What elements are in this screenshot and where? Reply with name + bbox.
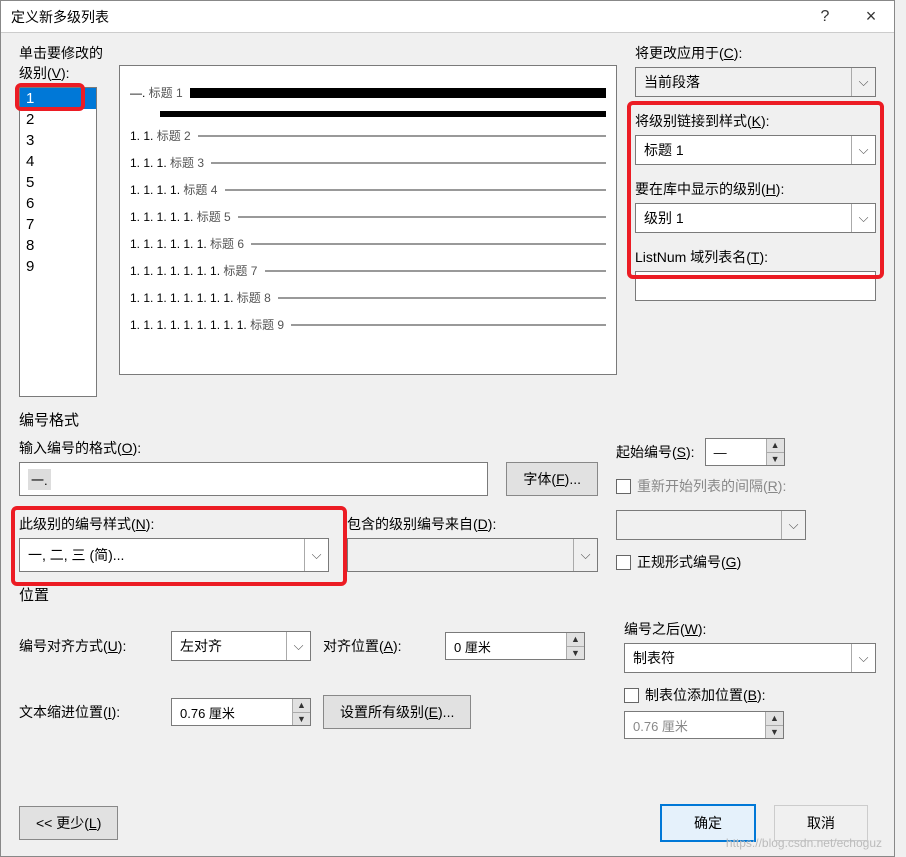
click-level-label: 单击要修改的级别(V): [19,43,109,83]
start-at-label: 起始编号(S): [616,442,695,462]
align-at-label: 对齐位置(A): [323,636,433,656]
help-button[interactable]: ? [802,1,848,33]
enter-format-label: 输入编号的格式(O): [19,438,488,458]
chevron-down-icon: ⌵ [851,68,875,96]
align-label: 编号对齐方式(U): [19,636,159,656]
chevron-down-icon: ⌵ [851,136,875,164]
level-column: 单击要修改的级别(V): 1 2 3 4 5 6 7 8 9 [19,43,109,397]
watermark: https://blog.csdn.net/echoguz [726,836,882,850]
level-item-1[interactable]: 1 [20,88,96,109]
restart-select[interactable]: ⌵ [616,510,806,540]
number-format-groupbox: 编号格式 [19,409,876,430]
apply-to-label: 将更改应用于(C): [635,43,876,63]
level-item-8[interactable]: 8 [20,235,96,256]
level-listbox[interactable]: 1 2 3 4 5 6 7 8 9 [19,87,97,397]
follow-by-label: 编号之后(W): [624,619,876,639]
listnum-input[interactable] [635,271,876,301]
spinner-down-icon[interactable]: ▼ [767,453,784,466]
tabstop-label: 制表位添加位置(B): [645,685,766,705]
start-at-spinner[interactable]: — ▲▼ [705,438,785,466]
listnum-label: ListNum 域列表名(T): [635,247,876,267]
spinner-down-icon[interactable]: ▼ [293,713,310,726]
dialog-content: 单击要修改的级别(V): 1 2 3 4 5 6 7 8 9 [1,33,894,761]
position-groupbox: 位置 [19,584,876,605]
preview-line: 1. 1. 标题 2 [130,127,606,144]
font-button[interactable]: 字体(F)... [506,462,598,496]
spinner-up-icon[interactable]: ▲ [767,439,784,453]
chevron-down-icon: ⌵ [781,511,805,539]
legal-checkbox[interactable] [616,555,631,570]
spinner-down-icon[interactable]: ▼ [766,726,783,739]
restart-checkbox[interactable] [616,479,631,494]
chevron-down-icon: ⌵ [304,539,328,571]
text-indent-label: 文本缩进位置(I): [19,702,159,722]
text-indent-spinner[interactable]: 0.76 厘米 ▲▼ [171,698,311,726]
top-row: 单击要修改的级别(V): 1 2 3 4 5 6 7 8 9 [19,43,876,397]
spinner-up-icon[interactable]: ▲ [766,712,783,726]
align-at-spinner[interactable]: 0 厘米 ▲▼ [445,632,585,660]
level-item-4[interactable]: 4 [20,151,96,172]
position-section: 编号对齐方式(U): 左对齐 ⌵ 对齐位置(A): 0 厘米 ▲▼ 编号之后(W… [19,619,876,739]
preview-line: 1. 1. 1. 1. 1. 1. 1. 标题 7 [130,262,606,279]
tabstop-spinner[interactable]: 0.76 厘米 ▲▼ [624,711,784,739]
link-style-select[interactable]: 标题 1 ⌵ [635,135,876,165]
level-item-9[interactable]: 9 [20,256,96,277]
chevron-down-icon: ⌵ [286,632,310,660]
preview-line: 1. 1. 1. 1. 1. 标题 5 [130,208,606,225]
right-column: 将更改应用于(C): 当前段落 ⌵ 将级别链接到样式(K): 标题 1 ⌵ [627,43,876,397]
preview-line: 1. 1. 1. 标题 3 [130,154,606,171]
preview-column: —. 标题 1 1. 1. 标题 2 1. 1. 1. 标题 3 [119,43,617,397]
number-format-input[interactable]: 一. [19,462,488,496]
level-item-7[interactable]: 7 [20,214,96,235]
preview-panel: —. 标题 1 1. 1. 标题 2 1. 1. 1. 标题 3 [119,65,617,375]
legal-label: 正规形式编号(G) [637,552,741,572]
chevron-down-icon: ⌵ [851,204,875,232]
dialog-title: 定义新多级列表 [11,7,802,27]
spinner-down-icon[interactable]: ▼ [567,647,584,660]
include-from-select[interactable]: ⌵ [347,538,598,572]
show-level-select[interactable]: 级别 1 ⌵ [635,203,876,233]
define-multilevel-list-dialog: 定义新多级列表 ? × 单击要修改的级别(V): 1 2 3 4 5 6 [0,0,895,857]
spinner-up-icon[interactable]: ▲ [567,633,584,647]
preview-line: 1. 1. 1. 1. 标题 4 [130,181,606,198]
level-item-5[interactable]: 5 [20,172,96,193]
less-button[interactable]: << 更少(L) [19,806,118,840]
include-from-label: 包含的级别编号来自(D): [347,514,598,534]
spinner-up-icon[interactable]: ▲ [293,699,310,713]
level-item-3[interactable]: 3 [20,130,96,151]
follow-by-select[interactable]: 制表符 ⌵ [624,643,876,673]
close-button[interactable]: × [848,1,894,33]
align-select[interactable]: 左对齐 ⌵ [171,631,311,661]
set-all-levels-button[interactable]: 设置所有级别(E)... [323,695,471,729]
preview-line: 1. 1. 1. 1. 1. 1. 1. 1. 标题 8 [130,289,606,306]
preview-line: 1. 1. 1. 1. 1. 1. 1. 1. 1. 标题 9 [130,316,606,333]
titlebar: 定义新多级列表 ? × [1,1,894,33]
preview-line: —. 标题 1 [130,84,606,101]
link-style-label: 将级别链接到样式(K): [635,111,876,131]
level-item-6[interactable]: 6 [20,193,96,214]
tabstop-checkbox[interactable] [624,688,639,703]
preview-line: 1. 1. 1. 1. 1. 1. 标题 6 [130,235,606,252]
num-style-label: 此级别的编号样式(N): [19,514,329,534]
show-level-label: 要在库中显示的级别(H): [635,179,876,199]
num-style-select[interactable]: 一, 二, 三 (简)... ⌵ [19,538,329,572]
number-format-section: 输入编号的格式(O): 一. 字体(F)... 起始编号(S): [19,438,876,572]
level-item-2[interactable]: 2 [20,109,96,130]
chevron-down-icon: ⌵ [573,539,597,571]
restart-label: 重新开始列表的间隔(R): [637,476,786,496]
apply-to-select[interactable]: 当前段落 ⌵ [635,67,876,97]
chevron-down-icon: ⌵ [851,644,875,672]
